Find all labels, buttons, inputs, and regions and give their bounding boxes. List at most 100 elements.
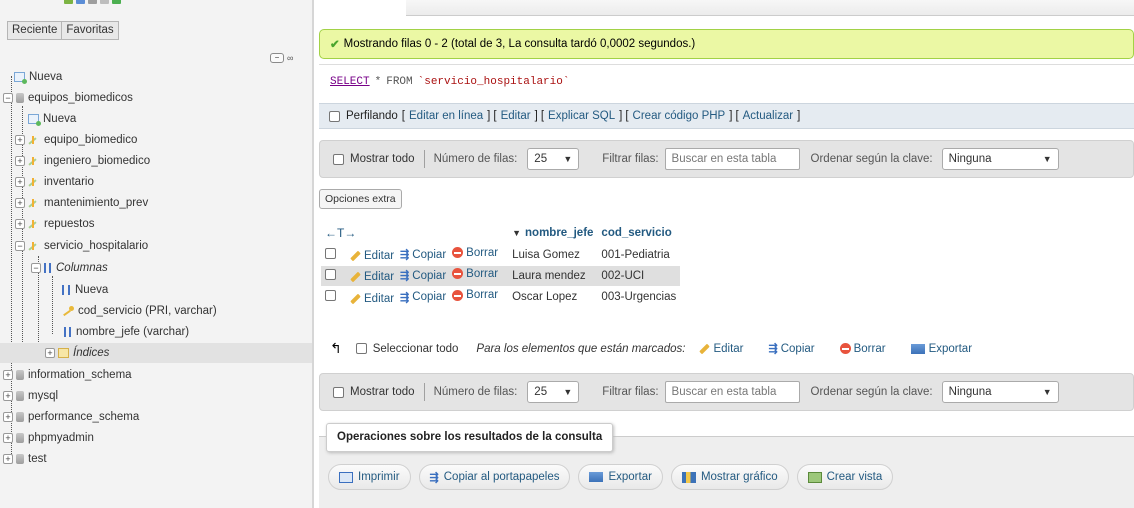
- cell-nombre-jefe[interactable]: Oscar Lopez: [508, 285, 598, 307]
- link-create-php[interactable]: Crear código PHP: [633, 110, 726, 122]
- link-refresh[interactable]: Actualizar: [743, 110, 794, 122]
- nav-item-mysql[interactable]: + mysql: [3, 386, 58, 406]
- expand-icon[interactable]: +: [15, 156, 25, 166]
- column-arrows-header[interactable]: ←T→: [321, 223, 508, 244]
- export-label: Exportar: [608, 471, 652, 483]
- nav-item-test[interactable]: + test: [3, 449, 47, 469]
- move-arrows-icon[interactable]: ←T→: [325, 226, 356, 240]
- copy-row-button[interactable]: ⇶ Copiar: [400, 248, 446, 262]
- export-button[interactable]: Exportar: [578, 464, 663, 490]
- row-actions: Editar ⇶ Copiar Borrar: [346, 285, 509, 307]
- link-with-main-icon[interactable]: ∞: [287, 53, 293, 63]
- expand-icon[interactable]: +: [45, 348, 55, 358]
- expand-icon[interactable]: +: [15, 198, 25, 208]
- link-explain-sql[interactable]: Explicar SQL: [548, 110, 615, 122]
- select-all-label[interactable]: Seleccionar todo: [373, 343, 459, 355]
- docs-icon[interactable]: [76, 0, 85, 4]
- collapse-icon[interactable]: −: [15, 241, 25, 251]
- delete-row-button[interactable]: Borrar: [452, 247, 498, 259]
- sort-select[interactable]: Ninguna ▼: [941, 148, 1059, 170]
- show-all-checkbox[interactable]: [333, 153, 344, 165]
- show-all-checkbox[interactable]: [333, 386, 344, 398]
- cell-cod-servicio[interactable]: 002-UCI: [597, 264, 681, 286]
- nav-item-label: phpmyadmin: [28, 432, 94, 444]
- cell-cod-servicio[interactable]: 003-Urgencias: [597, 285, 681, 307]
- nav-item-equipos-biomedicos[interactable]: − equipos_biomedicos: [3, 88, 133, 108]
- edit-row-button[interactable]: Editar: [350, 250, 394, 262]
- expand-icon[interactable]: +: [3, 454, 13, 464]
- copy-row-button[interactable]: ⇶ Copiar: [400, 269, 446, 283]
- expand-icon[interactable]: +: [15, 177, 25, 187]
- sql-keyword-select[interactable]: SELECT: [330, 76, 370, 88]
- sort-select[interactable]: Ninguna ▼: [941, 381, 1059, 403]
- expand-icon[interactable]: +: [15, 219, 25, 229]
- bulk-delete-button[interactable]: Borrar: [839, 343, 886, 355]
- table-icon: [28, 219, 40, 229]
- select-all-checkbox[interactable]: [355, 343, 367, 354]
- nav-item-equipo-biomedico[interactable]: + equipo_biomedico: [15, 130, 137, 150]
- column-header-nombre-jefe[interactable]: ▼ nombre_jefe: [508, 223, 597, 244]
- delete-row-button[interactable]: Borrar: [452, 289, 498, 301]
- bulk-copy-button[interactable]: ⇶ Copiar: [769, 342, 815, 356]
- nav-item-new-column[interactable]: Nueva: [62, 280, 108, 300]
- link-edit-inline[interactable]: Editar en línea: [409, 110, 483, 122]
- nav-item-servicio-hospitalario[interactable]: − servicio_hospitalario: [15, 236, 148, 256]
- copy-clipboard-button[interactable]: ⇶ Copiar al portapapeles: [418, 464, 571, 490]
- sql-star: *: [374, 75, 382, 88]
- row-checkbox[interactable]: [325, 268, 336, 280]
- nav-item-phpmyadmin[interactable]: + phpmyadmin: [3, 428, 94, 448]
- filter-input[interactable]: Buscar en esta tabla: [664, 148, 800, 170]
- print-button[interactable]: Imprimir: [328, 464, 411, 490]
- filter-input[interactable]: Buscar en esta tabla: [664, 381, 800, 403]
- delete-row-button[interactable]: Borrar: [452, 268, 498, 280]
- nav-item-nombre-jefe[interactable]: nombre_jefe (varchar): [64, 322, 189, 342]
- extra-options-button[interactable]: Opciones extra: [319, 189, 402, 209]
- bulk-export-button[interactable]: Exportar: [910, 343, 972, 355]
- nav-item-repuestos[interactable]: + repuestos: [15, 214, 95, 234]
- rows-select[interactable]: 25 ▼: [527, 381, 580, 403]
- nav-item-inventario[interactable]: + inventario: [15, 172, 94, 192]
- collapse-icon[interactable]: −: [31, 263, 41, 273]
- nav-item-new-db[interactable]: Nueva: [14, 67, 62, 87]
- row-checkbox[interactable]: [325, 289, 336, 301]
- collapse-icon[interactable]: −: [3, 93, 13, 103]
- delete-icon: [452, 268, 464, 280]
- expand-icon[interactable]: +: [3, 433, 13, 443]
- profiling-checkbox[interactable]: [329, 110, 340, 122]
- expand-icon[interactable]: +: [3, 412, 13, 422]
- nav-item-information-schema[interactable]: + information_schema: [3, 365, 132, 385]
- edit-row-button[interactable]: Editar: [350, 271, 394, 283]
- bulk-edit-button[interactable]: Editar: [699, 343, 744, 355]
- row-checkbox[interactable]: [325, 247, 336, 259]
- copy-row-button[interactable]: ⇶ Copiar: [400, 291, 446, 304]
- nav-item-ingeniero-biomedico[interactable]: + ingeniero_biomedico: [15, 151, 150, 171]
- show-chart-button[interactable]: Mostrar gráfico: [670, 464, 789, 490]
- create-view-button[interactable]: Crear vista: [796, 464, 894, 490]
- nav-item-cod-servicio[interactable]: cod_servicio (PRI, varchar): [62, 301, 217, 321]
- nav-item-indices[interactable]: + Índices: [0, 343, 312, 363]
- nav-item-mantenimiento-prev[interactable]: + mantenimiento_prev: [15, 193, 148, 213]
- collapse-all-icon[interactable]: −: [270, 53, 284, 63]
- tab-recent[interactable]: Reciente: [7, 21, 63, 40]
- column-header-cod-servicio[interactable]: cod_servicio: [597, 223, 680, 244]
- tab-favorites[interactable]: Favoritas: [62, 21, 119, 40]
- nav-item-new-table[interactable]: Nueva: [28, 109, 76, 129]
- settings-icon[interactable]: [88, 0, 97, 4]
- expand-icon[interactable]: +: [3, 391, 13, 401]
- rows-select[interactable]: 25 ▼: [527, 148, 580, 170]
- cell-nombre-jefe[interactable]: Luisa Gomez: [508, 243, 598, 265]
- show-chart-label: Mostrar gráfico: [700, 471, 778, 483]
- cell-nombre-jefe[interactable]: Laura mendez: [508, 264, 598, 286]
- home-icon[interactable]: [64, 0, 73, 4]
- reload-icon[interactable]: [100, 0, 109, 4]
- expand-icon[interactable]: +: [15, 135, 25, 145]
- nav-item-performance-schema[interactable]: + performance_schema: [3, 407, 139, 427]
- nav-item-columnas[interactable]: − Columnas: [31, 258, 108, 278]
- edit-row-button[interactable]: Editar: [350, 293, 394, 305]
- cell-cod-servicio[interactable]: 001-Pediatria: [597, 243, 681, 265]
- link-edit[interactable]: Editar: [501, 110, 531, 122]
- table-row: Editar ⇶ Copiar Borrar Luisa Gomez 001-Pedi…: [321, 243, 681, 265]
- arrow-icon[interactable]: [112, 0, 121, 4]
- bulk-actions-row: ↰ Seleccionar todo Para los elementos qu…: [330, 340, 997, 357]
- expand-icon[interactable]: +: [3, 370, 13, 380]
